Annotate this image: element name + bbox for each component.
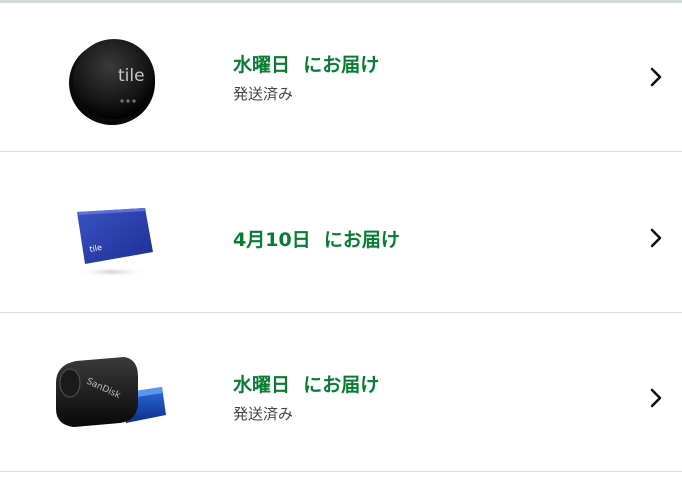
tile-logo: tile — [118, 66, 145, 86]
divider — [0, 471, 682, 472]
product-image-tile-slim[interactable]: tile — [50, 190, 180, 290]
shipping-status: 発送済み — [233, 85, 294, 103]
order-row[interactable]: tile 水曜日 にお届け 発送済み — [0, 3, 682, 151]
product-image-tile-sticker[interactable]: tile — [50, 25, 180, 125]
order-text: 4月10日 にお届け — [233, 228, 400, 252]
chevron-right-icon[interactable] — [644, 386, 668, 410]
chevron-right-icon[interactable] — [644, 65, 668, 89]
chevron-right-icon[interactable] — [644, 226, 668, 250]
product-image-sandisk-usb[interactable]: SanDisk — [50, 343, 180, 443]
shipping-status: 発送済み — [233, 405, 294, 423]
delivery-date: 水曜日 にお届け — [233, 54, 380, 76]
order-text: 水曜日 にお届け 発送済み — [233, 53, 379, 104]
order-text: 水曜日 にお届け 発送済み — [233, 373, 379, 424]
delivery-date: 4月10日 にお届け — [233, 229, 400, 251]
delivery-date: 水曜日 にお届け — [233, 374, 380, 396]
order-row[interactable]: tile 4月10日 にお届け — [0, 152, 682, 312]
order-row[interactable]: SanDisk 水曜日 にお届け 発送済み — [0, 313, 682, 471]
